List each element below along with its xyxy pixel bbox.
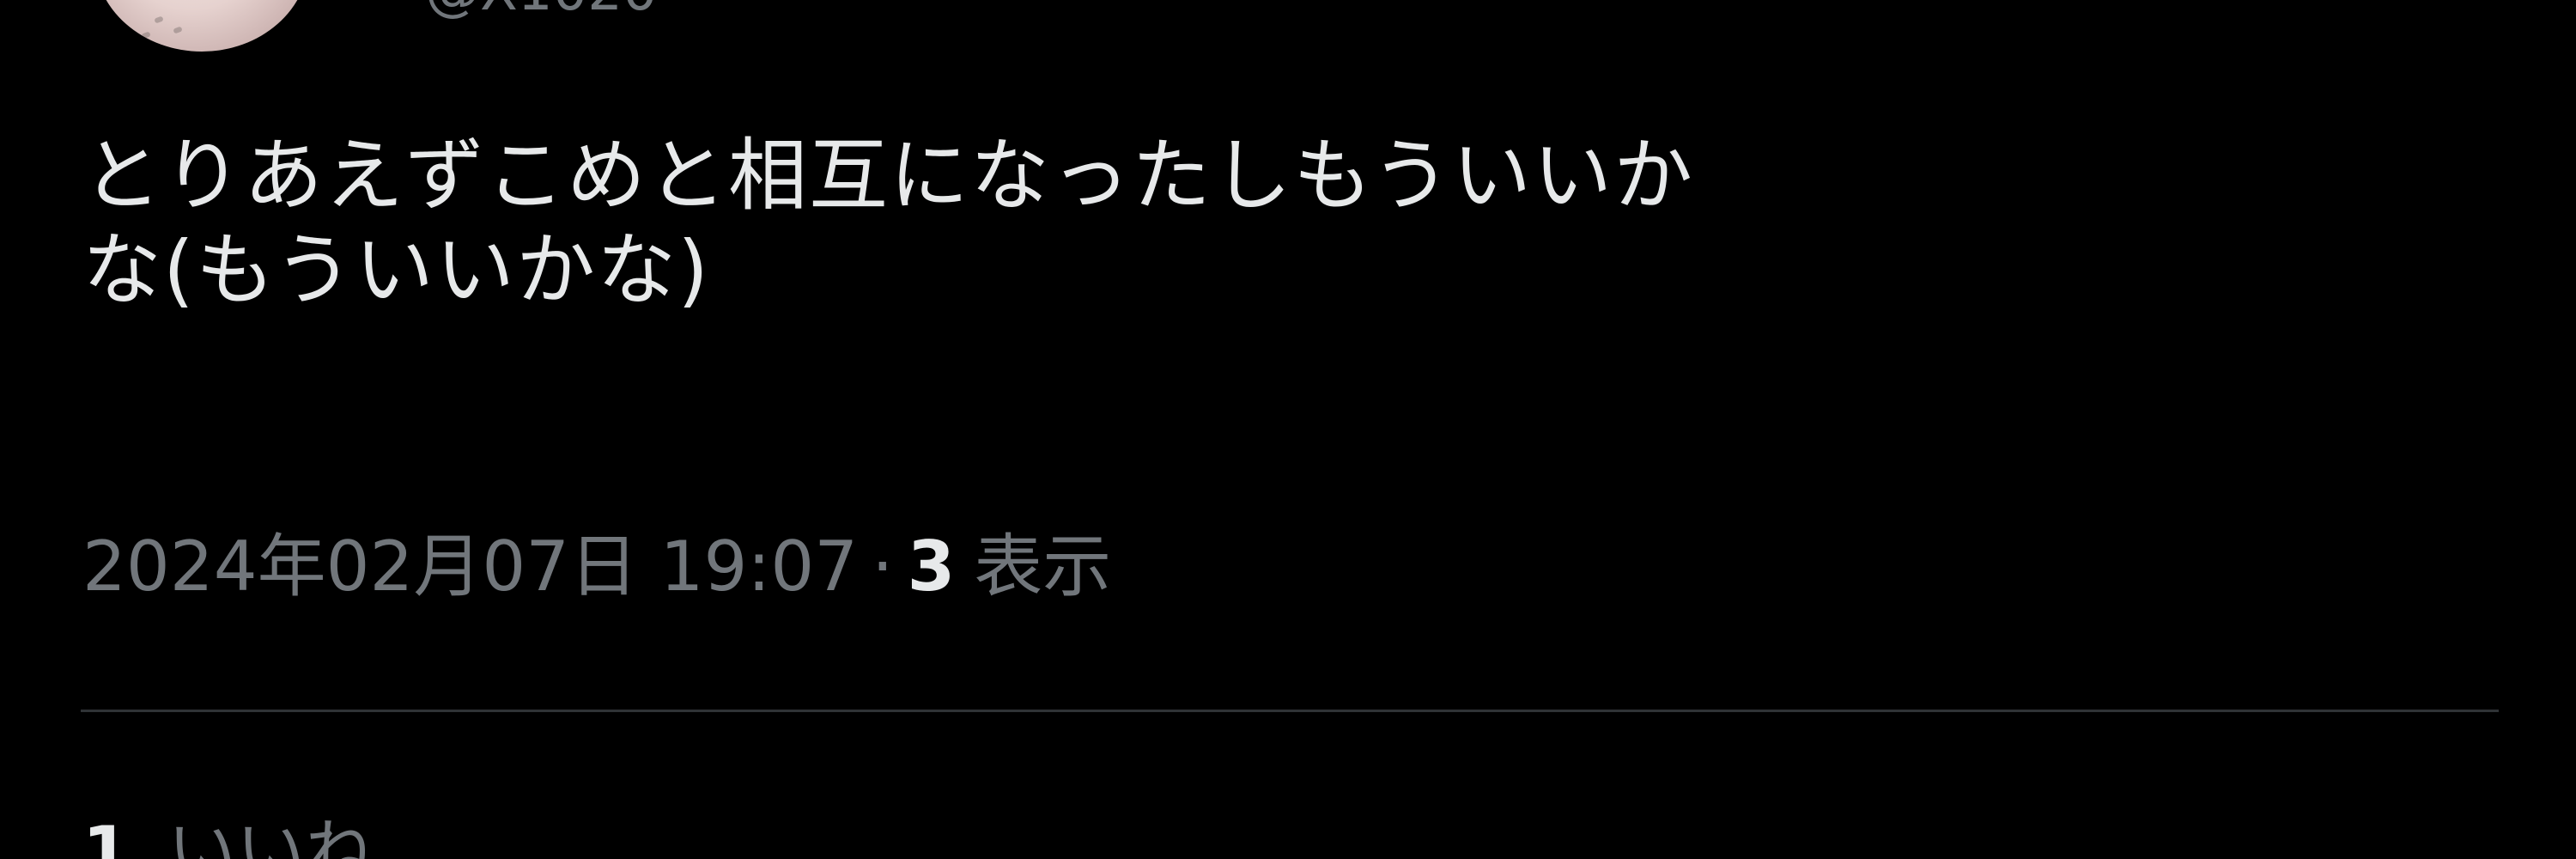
tweet-text: とりあえずこめと相互になったしもういいか な(もういいかな) [82,129,2504,318]
views-label: 表示 [974,527,1112,606]
tweet-timestamp[interactable]: 2024年02月07日 19:07 [82,515,858,618]
likes-count: 1 [82,812,131,859]
likes-label: いいね [167,812,374,859]
avatar-detail [154,15,164,24]
likes-stat[interactable]: 1 いいね [82,809,374,859]
divider [81,710,2499,712]
tweet-detail-view: @X1020 とりあえずこめと相互になったしもういいか な(もういいかな) 20… [0,0,2576,859]
user-handle[interactable]: @X1020 [425,0,658,19]
views-count: 3 [907,527,956,606]
meta-separator: · [872,527,894,606]
avatar[interactable] [94,0,309,52]
tweet-text-line: な(もういいかな) [82,224,711,316]
tweet-meta: 2024年02月07日 19:07 · 3 表示 [82,515,1111,618]
tweet-text-line: とりあえずこめと相互になったしもういいか [82,130,1695,222]
avatar-detail [173,26,183,34]
avatar-detail [141,31,151,40]
